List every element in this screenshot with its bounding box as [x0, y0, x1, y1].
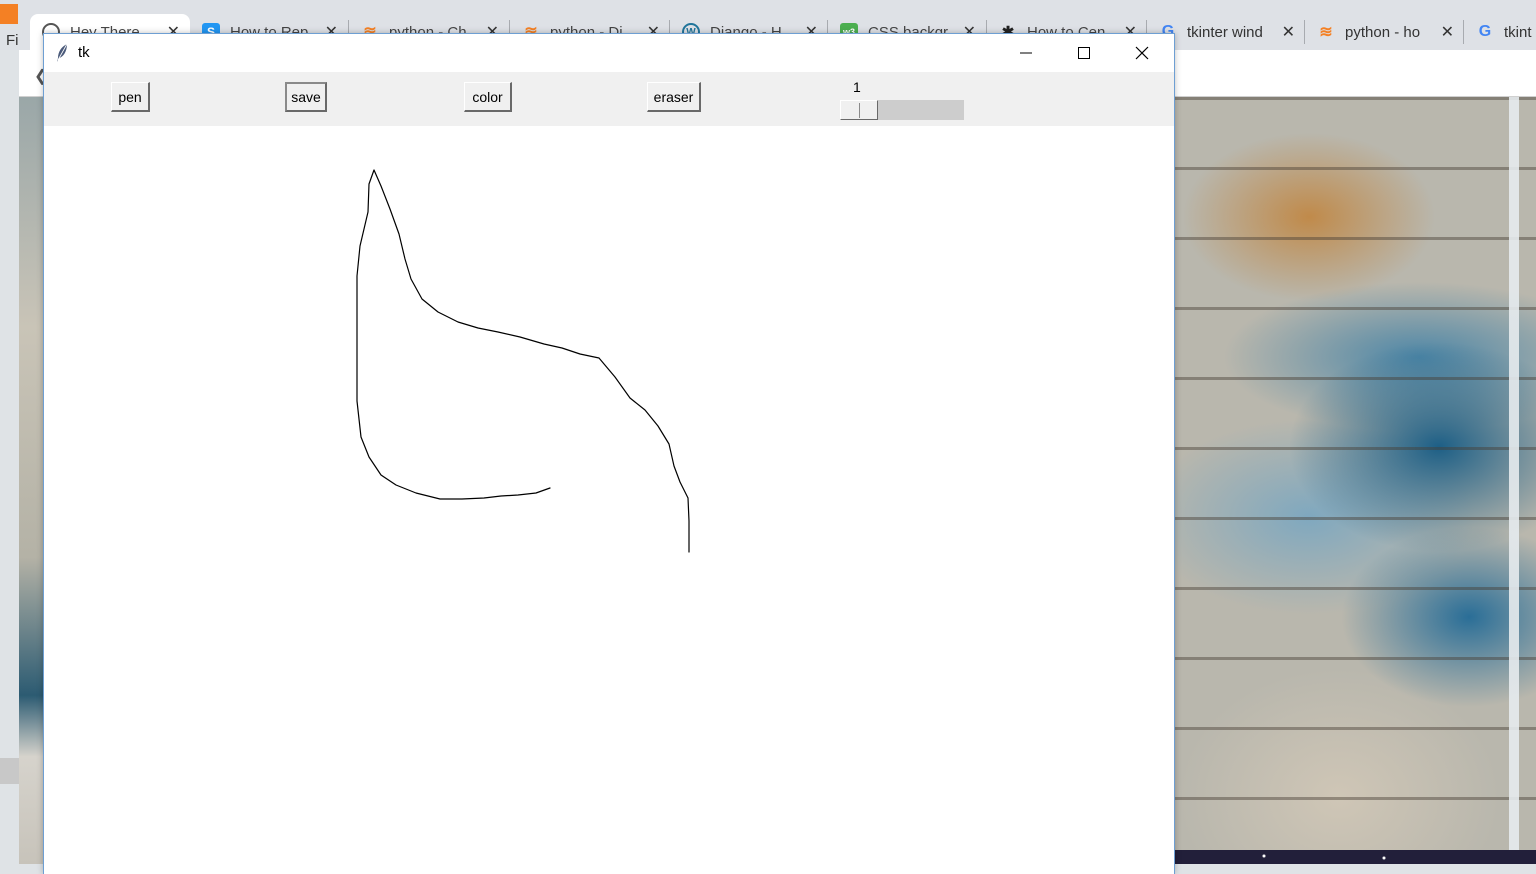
- background-block: [0, 758, 19, 784]
- minimize-button[interactable]: [997, 34, 1055, 72]
- toolbar: pen save color eraser 1: [44, 72, 1174, 126]
- eraser-button[interactable]: eraser: [647, 82, 701, 112]
- background-space-image: [1174, 850, 1536, 864]
- google-icon: G: [1478, 23, 1492, 40]
- close-button[interactable]: [1113, 34, 1171, 72]
- close-icon[interactable]: ✕: [1282, 22, 1295, 42]
- browser-tab-label: tkint: [1504, 23, 1532, 41]
- close-icon: [1135, 46, 1149, 60]
- browser-tab-label: python - ho: [1345, 23, 1421, 41]
- browser-tab[interactable]: Gtkint: [1464, 14, 1536, 50]
- feather-icon: [57, 43, 68, 62]
- maximize-icon: [1078, 47, 1090, 59]
- tab-separator: [1463, 20, 1464, 44]
- drawn-stroke: [356, 169, 690, 553]
- app-icon: [0, 4, 18, 24]
- maximize-button[interactable]: [1055, 34, 1113, 72]
- close-icon[interactable]: ✕: [1441, 22, 1454, 42]
- drawing-canvas[interactable]: [44, 126, 1174, 874]
- color-button[interactable]: color: [464, 82, 512, 112]
- save-button[interactable]: save: [285, 82, 327, 112]
- pen-button[interactable]: pen: [111, 82, 150, 112]
- title-bar[interactable]: tk: [44, 34, 1174, 72]
- browser-tab[interactable]: ≋ python - ho ✕: [1305, 14, 1464, 50]
- tab-separator: [1304, 20, 1305, 44]
- minimize-icon: [1020, 52, 1032, 54]
- brush-size-scale-handle[interactable]: [840, 100, 878, 120]
- browser-tab-label: tkinter wind: [1187, 23, 1263, 41]
- brush-size-value: 1: [853, 79, 861, 95]
- file-menu-peek[interactable]: Fi: [6, 32, 19, 49]
- background-webpage-image-left: [19, 97, 44, 864]
- scale-handle-notch: [859, 103, 860, 118]
- window-title: tk: [78, 44, 90, 61]
- tk-window: tk pen save color eraser 1: [43, 33, 1175, 874]
- stackoverflow-icon: ≋: [1319, 24, 1333, 41]
